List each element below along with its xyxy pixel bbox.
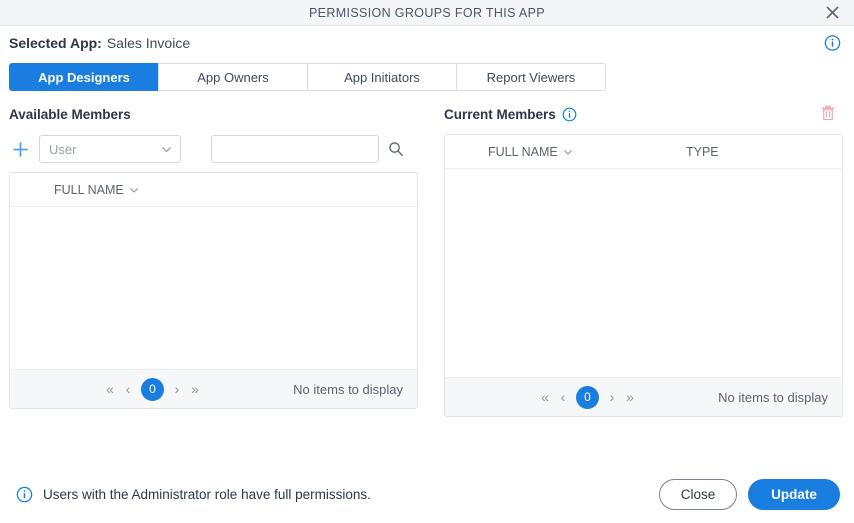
available-members-title: Available Members (9, 106, 131, 122)
selected-app-value: Sales Invoice (106, 34, 191, 51)
grid-footer: « ‹ 0 › » No items to display (10, 369, 417, 408)
close-button[interactable]: Close (659, 478, 737, 510)
grid-empty-message: No items to display (718, 389, 828, 405)
selected-app-label: Selected App: (9, 34, 102, 51)
column-header-label: FULL NAME (54, 182, 124, 197)
column-header-full-name[interactable]: FULL NAME (488, 145, 686, 159)
pagination: « ‹ 0 › » (537, 385, 638, 409)
footer-note: Users with the Administrator role have f… (16, 486, 371, 503)
grid-footer: « ‹ 0 › » No items to display (445, 377, 842, 416)
close-icon[interactable] (820, 1, 844, 25)
pager-last-icon[interactable]: » (187, 379, 203, 399)
info-icon (16, 486, 33, 503)
grid-body (445, 169, 842, 377)
current-members-header: Current Members (444, 103, 843, 125)
available-members-toolbar: User (9, 134, 418, 164)
member-type-value: User (49, 141, 77, 157)
current-members-panel: Current Members FULL NAME TYPE « ‹ 0 › »… (444, 103, 843, 417)
dialog-footer: Users with the Administrator role have f… (0, 465, 854, 523)
pager-first-icon[interactable]: « (537, 387, 553, 407)
column-header-label: FULL NAME (488, 144, 558, 159)
available-members-header: Available Members (9, 103, 418, 125)
dialog-titlebar: PERMISSION GROUPS FOR THIS APP (0, 0, 854, 26)
tab-label: App Initiators (344, 69, 420, 85)
info-icon[interactable] (562, 107, 577, 122)
column-header-type[interactable]: TYPE (686, 145, 719, 159)
update-button[interactable]: Update (748, 478, 840, 510)
footer-note-text: Users with the Administrator role have f… (43, 486, 371, 502)
pagination: « ‹ 0 › » (102, 377, 203, 401)
tab-label: App Designers (38, 69, 130, 85)
pager-prev-icon[interactable]: ‹ (120, 379, 136, 399)
tab-label: Report Viewers (486, 69, 576, 85)
grid-body (10, 207, 417, 369)
column-header-full-name[interactable]: FULL NAME (54, 183, 284, 197)
member-type-select[interactable]: User (39, 135, 181, 163)
available-members-panel: Available Members User FULL NAME « ‹ 0 ›… (9, 103, 418, 409)
tab-app-initiators[interactable]: App Initiators (307, 63, 457, 91)
pager-current-page[interactable]: 0 (576, 385, 599, 409)
tab-report-viewers[interactable]: Report Viewers (456, 63, 606, 91)
pager-next-icon[interactable]: › (169, 379, 185, 399)
grid-empty-message: No items to display (293, 381, 403, 397)
info-icon[interactable] (824, 34, 841, 51)
tab-app-owners[interactable]: App Owners (158, 63, 308, 91)
grid-header-row: FULL NAME (10, 173, 417, 207)
chevron-down-icon (161, 144, 172, 155)
available-members-grid: FULL NAME « ‹ 0 › » No items to display (9, 172, 418, 409)
tab-label: App Owners (197, 69, 269, 85)
column-header-label: TYPE (686, 144, 719, 159)
search-input[interactable] (211, 135, 379, 163)
chevron-down-icon (563, 147, 573, 157)
current-members-grid: FULL NAME TYPE « ‹ 0 › » No items to dis… (444, 134, 843, 417)
grid-header-row: FULL NAME TYPE (445, 135, 842, 169)
permission-group-tabs: App Designers App Owners App Initiators … (9, 63, 854, 91)
footer-actions: Close Update (659, 478, 840, 510)
plus-icon[interactable] (9, 138, 31, 160)
current-members-title: Current Members (444, 106, 556, 122)
dialog-title: PERMISSION GROUPS FOR THIS APP (308, 5, 545, 20)
dialog-body: Available Members User FULL NAME « ‹ 0 ›… (0, 91, 854, 465)
selected-app-row: Selected App: Sales Invoice (0, 26, 854, 59)
trash-icon[interactable] (817, 102, 839, 124)
search-icon[interactable] (385, 138, 407, 160)
pager-current-page[interactable]: 0 (141, 377, 164, 401)
tab-app-designers[interactable]: App Designers (9, 63, 159, 91)
pager-next-icon[interactable]: › (604, 387, 620, 407)
permission-groups-dialog: PERMISSION GROUPS FOR THIS APP Selected … (0, 0, 854, 523)
available-members-search (211, 135, 407, 163)
pager-first-icon[interactable]: « (102, 379, 118, 399)
chevron-down-icon (129, 185, 139, 195)
pager-last-icon[interactable]: » (622, 387, 638, 407)
pager-prev-icon[interactable]: ‹ (555, 387, 571, 407)
